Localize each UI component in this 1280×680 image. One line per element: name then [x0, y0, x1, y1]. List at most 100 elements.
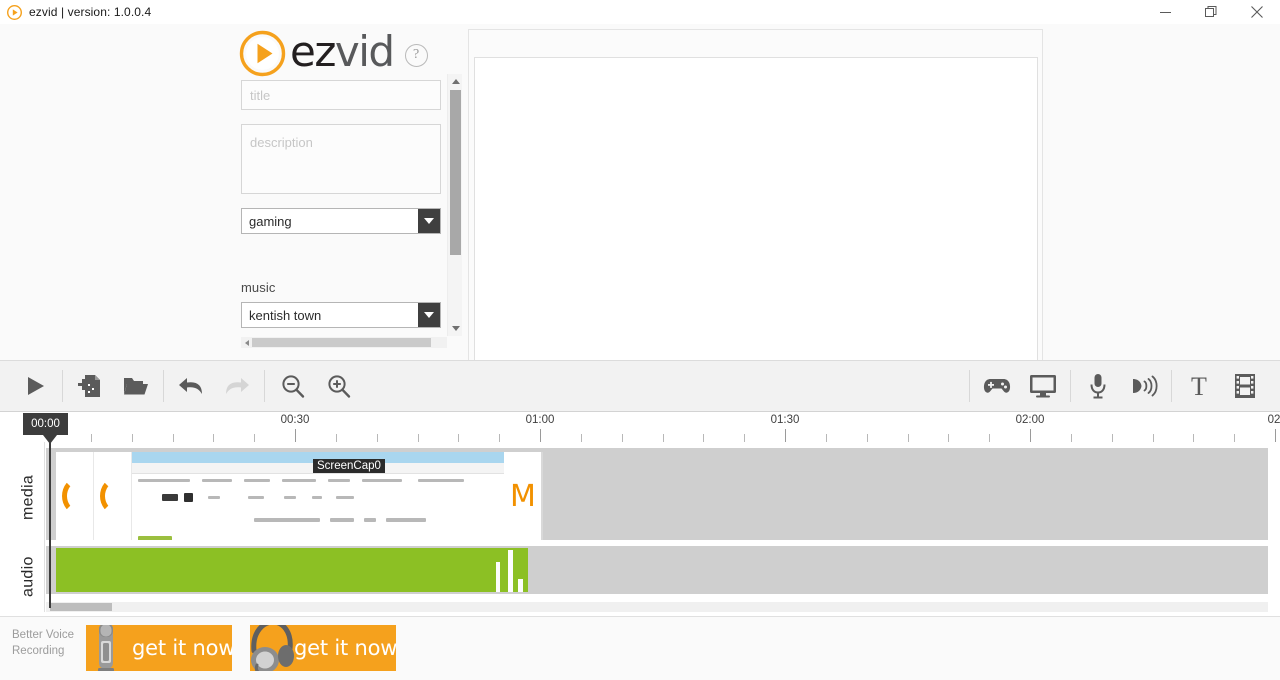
text-tool-icon[interactable]: T	[1176, 361, 1222, 411]
ruler-tick	[989, 434, 991, 442]
ruler-tick	[1111, 434, 1113, 442]
ruler-tick	[621, 434, 623, 442]
ezvid-arc-icon	[62, 478, 92, 514]
film-strip-icon[interactable]	[1222, 361, 1268, 411]
scroll-down-arrow-icon[interactable]	[448, 321, 463, 336]
help-icon[interactable]: ?	[404, 43, 428, 67]
scroll-left-arrow-icon[interactable]	[242, 337, 251, 348]
speech-icon[interactable]	[1121, 361, 1167, 411]
title-input[interactable]	[241, 80, 441, 110]
clip-tooltip: ScreenCap0	[313, 459, 385, 473]
maximize-restore-button[interactable]	[1188, 0, 1234, 24]
ruler-tick	[1030, 429, 1031, 442]
thumbnail-letter-m: M	[504, 452, 542, 540]
track-label-audio: audio	[19, 556, 37, 598]
ruler-tick	[907, 434, 909, 442]
clip-end-handle[interactable]	[541, 452, 543, 540]
zoom-in-icon[interactable]	[315, 361, 361, 411]
chevron-down-icon[interactable]	[418, 303, 440, 327]
track-labels: media audio	[12, 442, 45, 612]
category-select[interactable]: gaming	[241, 208, 441, 234]
ruler-tick	[131, 434, 133, 442]
toolbar-left-group	[0, 361, 361, 411]
music-select-value: kentish town	[241, 302, 441, 328]
monitor-icon[interactable]	[1020, 361, 1066, 411]
preview-panel	[468, 29, 1043, 382]
ruler-tick	[825, 434, 827, 442]
form-vertical-scrollbar[interactable]	[447, 74, 462, 336]
toolbar-separator	[1070, 370, 1071, 402]
ruler-tick	[1070, 434, 1072, 442]
bottom-bar: Better Voice Recording get it now get it…	[0, 616, 1280, 680]
ruler-tick	[866, 434, 868, 442]
timeline-horizontal-scrollbar[interactable]	[46, 602, 1268, 612]
promo-headset-label: get it now	[294, 636, 396, 660]
ruler-tick	[335, 434, 337, 442]
microphone-product-image	[86, 625, 128, 671]
thumbnail-body	[132, 474, 504, 540]
scrollbar-thumb[interactable]	[50, 603, 112, 611]
undo-icon[interactable]	[168, 361, 214, 411]
ruler-tick	[1152, 434, 1154, 442]
editor-toolbar: T	[0, 360, 1280, 412]
timeline-ruler[interactable]: 00:00 00:30 01:00 01:30 02:00 02	[0, 412, 1280, 442]
ezvid-application-window: ezvid | version: 1.0.0.4 ezvid ? title d…	[0, 0, 1280, 680]
scroll-up-arrow-icon[interactable]	[448, 74, 463, 89]
ruler-tick	[499, 434, 501, 442]
play-icon[interactable]	[12, 361, 58, 411]
close-button[interactable]	[1234, 0, 1280, 24]
svg-text:T: T	[1191, 373, 1207, 399]
ruler-tick	[540, 429, 541, 442]
waveform-bar	[496, 562, 500, 592]
ruler-tick	[1193, 434, 1195, 442]
track-label-media: media	[19, 474, 37, 520]
title-bar: ezvid | version: 1.0.0.4	[0, 0, 1280, 24]
redo-icon[interactable]	[214, 361, 260, 411]
top-panel: ezvid ? gaming music kentish town	[0, 24, 1280, 382]
timeline-tracks: media audio M ScreenCap0	[0, 442, 1280, 612]
toolbar-separator	[969, 370, 970, 402]
music-select[interactable]: kentish town	[241, 302, 441, 328]
audio-clip[interactable]	[56, 548, 528, 592]
clip-thumbnail	[94, 452, 132, 540]
gamepad-icon[interactable]	[974, 361, 1020, 411]
minimize-button[interactable]	[1142, 0, 1188, 24]
clip-thumbnail: M	[504, 452, 543, 540]
zoom-out-icon[interactable]	[269, 361, 315, 411]
logo-play-circle-icon	[239, 30, 286, 77]
waveform-bar	[508, 550, 513, 592]
play-circle-icon	[6, 4, 23, 20]
description-input[interactable]	[241, 124, 441, 194]
ruler-label: 02	[1267, 414, 1280, 426]
ruler-tick	[1234, 434, 1236, 442]
scrollbar-thumb[interactable]	[450, 90, 461, 255]
ruler-tick	[172, 434, 174, 442]
get-it-now-microphone-button[interactable]: get it now	[86, 625, 232, 671]
ruler-tick	[254, 434, 256, 442]
audio-track[interactable]	[46, 546, 1268, 594]
category-select-value: gaming	[241, 208, 441, 234]
ruler-tick	[580, 434, 582, 442]
microphone-icon[interactable]	[1075, 361, 1121, 411]
media-clip-screencap0[interactable]: M ScreenCap0	[56, 452, 543, 540]
toolbar-right-group: T	[965, 361, 1280, 411]
form-horizontal-scrollbar[interactable]	[241, 337, 447, 348]
get-it-now-headset-button[interactable]: get it now	[250, 625, 396, 671]
ruler-tick	[948, 434, 950, 442]
chevron-down-icon[interactable]	[418, 209, 440, 233]
open-folder-icon[interactable]	[113, 361, 159, 411]
media-track[interactable]: M ScreenCap0	[46, 448, 1268, 540]
ruler-tick	[662, 434, 664, 442]
promo-text: Better Voice Recording	[12, 629, 75, 657]
preview-canvas[interactable]	[474, 57, 1038, 377]
ezvid-arc-icon	[100, 478, 130, 514]
ruler-label: 01:00	[525, 414, 555, 426]
logo-wordmark: ezvid	[290, 31, 395, 73]
scrollbar-thumb[interactable]	[252, 338, 431, 347]
logo-text-vid: vid	[334, 27, 395, 76]
add-media-icon[interactable]	[67, 361, 113, 411]
ruler-tick	[213, 434, 215, 442]
ruler-tick	[1275, 429, 1276, 442]
clip-thumbnail	[56, 452, 94, 540]
video-details-form: gaming music kentish town	[241, 80, 441, 328]
